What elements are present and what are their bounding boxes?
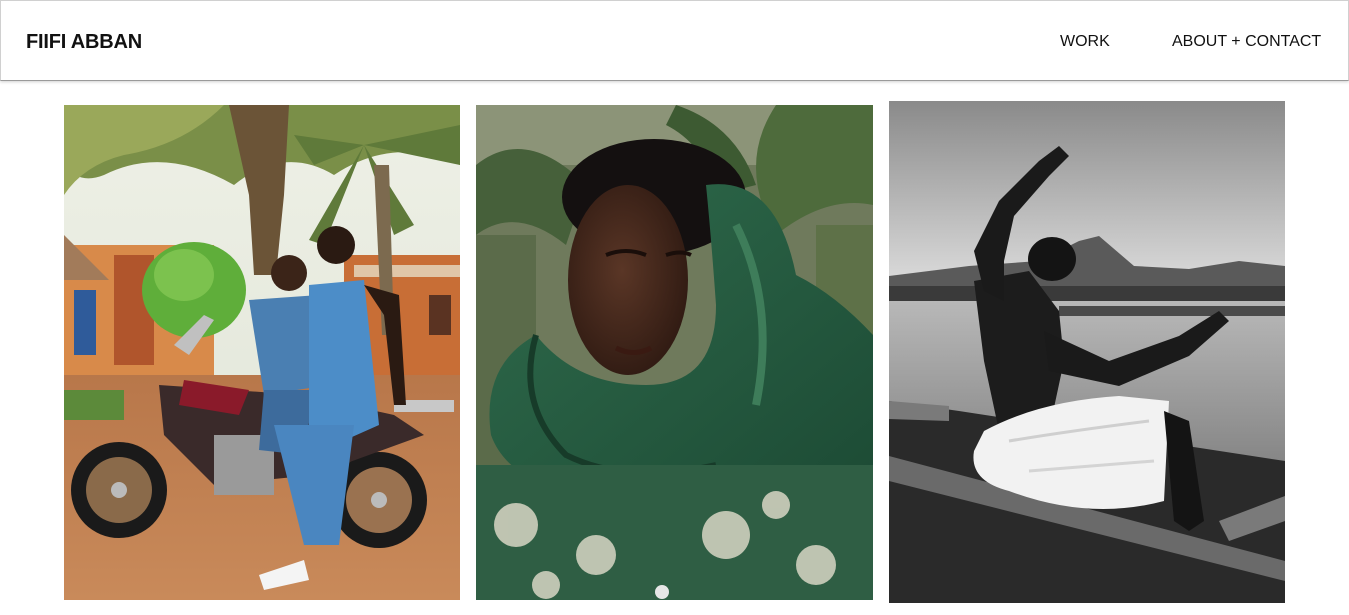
motorcycle-photo-image: [64, 105, 460, 600]
site-logo[interactable]: FIIFI ABBAN: [26, 30, 142, 54]
gallery-photo-motorcycle[interactable]: [64, 105, 460, 600]
gallery-photo-canoe[interactable]: [889, 101, 1285, 603]
canoe-photo-image: [889, 101, 1285, 603]
green-scarf-photo-image: [476, 105, 873, 600]
gallery-photo-green-scarf[interactable]: [476, 105, 873, 600]
site-header: FIIFI ABBAN WORK ABOUT + CONTACT: [0, 0, 1349, 81]
nav-about-contact-link[interactable]: ABOUT + CONTACT: [1172, 32, 1321, 52]
nav-work-link[interactable]: WORK: [1060, 32, 1110, 52]
